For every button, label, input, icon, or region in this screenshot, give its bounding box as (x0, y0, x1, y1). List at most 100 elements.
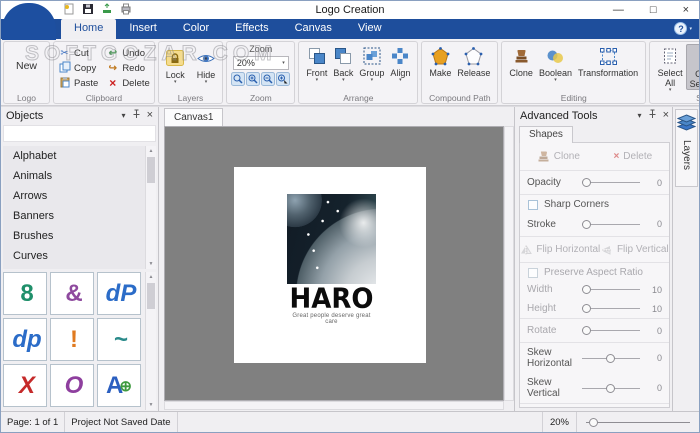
maximize-button[interactable]: □ (650, 2, 657, 18)
logo-thumbnail[interactable]: dP (97, 272, 141, 315)
slider-thumb[interactable] (589, 418, 598, 427)
panel-menu-caret-icon[interactable]: ▾ (638, 111, 642, 121)
front-button[interactable]: Front ▾ (303, 44, 330, 83)
logo-thumbnail[interactable]: A ⊕ (97, 364, 141, 407)
delete-shape-button[interactable]: × Delete (613, 151, 652, 162)
undo-button[interactable]: ↩Undo (106, 47, 149, 60)
new-button[interactable]: New (8, 44, 45, 72)
category-item[interactable]: Animals (3, 166, 156, 186)
pin-icon[interactable] (132, 109, 141, 122)
new-document-icon[interactable] (63, 3, 75, 15)
slider-thumb[interactable] (582, 220, 591, 229)
slider-thumb[interactable] (606, 384, 615, 393)
thumbnail-scrollbar[interactable]: ▲ ▼ (145, 272, 156, 410)
stroke-label: Stroke (527, 219, 575, 230)
transformation-button[interactable]: Transformation (575, 44, 641, 78)
skew-vertical-slider[interactable] (582, 388, 640, 389)
canvas-vertical-scrollbar[interactable] (504, 126, 514, 401)
tab-shapes[interactable]: Shapes (519, 126, 573, 143)
print-icon[interactable] (120, 3, 132, 15)
height-slider[interactable] (582, 308, 640, 309)
scroll-down-icon[interactable]: ▼ (146, 259, 156, 269)
ribbon-tab[interactable]: View (345, 19, 395, 39)
slider-thumb[interactable] (582, 326, 591, 335)
canvas-horizontal-scrollbar[interactable] (164, 401, 504, 410)
ribbon-tab[interactable]: Effects (222, 19, 281, 39)
copy-button[interactable]: Copy (58, 62, 98, 75)
export-icon[interactable] (101, 3, 113, 15)
category-item[interactable]: Arrows (3, 186, 156, 206)
logo-thumbnail[interactable]: ! (50, 318, 94, 361)
status-zoom-slider[interactable] (577, 412, 699, 432)
minimize-button[interactable]: — (613, 2, 624, 18)
scroll-down-icon[interactable]: ▼ (146, 400, 156, 410)
panel-close-icon[interactable]: × (147, 110, 153, 121)
scrollbar-thumb[interactable] (147, 283, 155, 309)
hide-button[interactable]: Hide ▾ (194, 46, 219, 85)
scroll-up-icon[interactable]: ▲ (146, 146, 156, 156)
lock-button[interactable]: Lock ▾ (163, 46, 188, 85)
ribbon-tab[interactable]: Color (170, 19, 222, 39)
back-button[interactable]: Back ▾ (330, 44, 356, 83)
panel-close-icon[interactable]: × (663, 110, 669, 121)
paste-button[interactable]: Paste (58, 77, 98, 90)
tab-layers[interactable]: Layers (675, 109, 698, 187)
logo-thumbnail[interactable]: 8 (3, 272, 47, 315)
flip-vertical-button[interactable]: Flip Vertical (601, 244, 669, 255)
canvas-tab[interactable]: Canvas1 (164, 108, 223, 126)
help-button[interactable]: ? ▾ (674, 22, 692, 35)
zoom-tool-button[interactable] (231, 72, 245, 91)
save-icon[interactable] (82, 3, 94, 15)
category-item[interactable]: Banners (3, 206, 156, 226)
logo-thumbnail[interactable]: X (3, 364, 47, 407)
ribbon-tab[interactable]: Insert (116, 19, 170, 39)
slider-thumb[interactable] (582, 178, 591, 187)
redo-button[interactable]: ↪Redo (106, 62, 149, 75)
release-compound-button[interactable]: Release (454, 44, 493, 78)
zoom-in-button[interactable] (246, 72, 260, 91)
zoom-level-dropdown[interactable]: 20%▾ (233, 56, 289, 70)
objects-search-strip[interactable] (3, 125, 156, 142)
category-scrollbar[interactable]: ▲ ▼ (145, 146, 156, 269)
scroll-up-icon[interactable]: ▲ (146, 272, 156, 282)
select-all-button[interactable]: Select All ▾ (654, 44, 686, 93)
clone-shape-button[interactable]: Clone (537, 150, 580, 163)
category-item[interactable]: Curves (3, 246, 156, 266)
sharp-corners-checkbox[interactable] (528, 200, 538, 210)
slider-thumb[interactable] (606, 354, 615, 363)
object-selection-button[interactable]: Object Selection (686, 44, 700, 90)
logo-thumbnail[interactable]: ~ (97, 318, 141, 361)
make-compound-button[interactable]: Make (426, 44, 454, 78)
logo-thumbnail[interactable]: dp (3, 318, 47, 361)
slider-thumb[interactable] (582, 304, 591, 313)
boolean-button[interactable]: Boolean ▾ (536, 44, 575, 83)
category-item[interactable]: Brushes (3, 226, 156, 246)
category-item[interactable]: Alphabet (3, 146, 156, 166)
slider-thumb[interactable] (582, 285, 591, 294)
rotate-slider[interactable] (582, 330, 640, 331)
group-button[interactable]: Group ▾ (356, 44, 387, 83)
ribbon-tab[interactable]: Home (61, 19, 116, 39)
close-button[interactable]: × (683, 2, 689, 18)
artboard[interactable]: HARO Great people deserve great care (234, 167, 426, 363)
pin-icon[interactable] (648, 109, 657, 122)
cut-button[interactable]: ✂Cut (58, 47, 98, 60)
panel-menu-caret-icon[interactable]: ▾ (122, 111, 126, 121)
flip-horizontal-button[interactable]: Flip Horizontal (520, 244, 600, 255)
zoom-out-button[interactable] (261, 72, 275, 91)
ribbon-tab[interactable]: Canvas (282, 19, 345, 39)
skew-horizontal-slider[interactable] (582, 358, 640, 359)
haro-logo[interactable]: HARO Great people deserve great care (287, 194, 376, 325)
scrollbar-thumb[interactable] (147, 157, 155, 183)
stroke-slider[interactable] (582, 224, 640, 225)
logo-thumbnail[interactable]: O (50, 364, 94, 407)
width-slider[interactable] (582, 289, 640, 290)
align-button[interactable]: Align ▾ (387, 44, 413, 83)
canvas-area[interactable]: HARO Great people deserve great care (164, 126, 504, 401)
clone-button[interactable]: Clone (506, 44, 536, 78)
opacity-slider[interactable] (582, 182, 640, 183)
logo-thumbnail[interactable]: & (50, 272, 94, 315)
zoom-fit-button[interactable] (276, 72, 290, 91)
delete-button[interactable]: ×Delete (106, 77, 149, 90)
preserve-aspect-checkbox[interactable] (528, 268, 538, 278)
